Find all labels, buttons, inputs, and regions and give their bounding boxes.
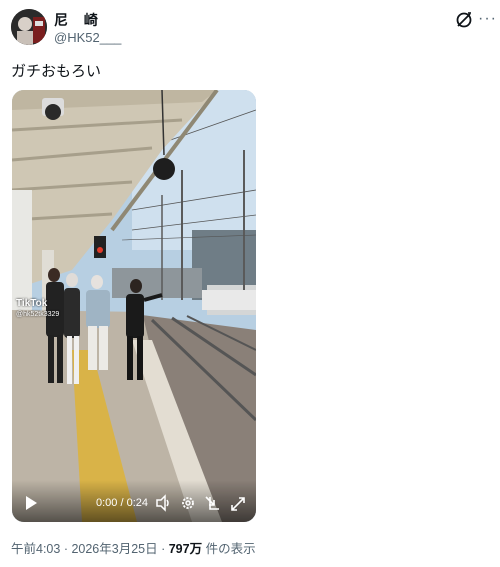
time-separator: / — [120, 497, 124, 509]
grok-icon[interactable] — [454, 10, 474, 30]
play-icon[interactable] — [24, 494, 38, 512]
video-player[interactable]: TikTok @hk52tk3329 0:00 / 0:24 — [12, 90, 256, 522]
duration: 0:24 — [126, 497, 149, 509]
gear-icon[interactable] — [180, 494, 196, 512]
more-dots-icon[interactable]: ··· — [478, 8, 496, 30]
current-time: 0:00 — [96, 497, 118, 509]
avatar[interactable] — [11, 9, 47, 45]
fullscreen-icon[interactable] — [230, 494, 246, 512]
video-time: 0:00 / 0:24 — [96, 497, 148, 509]
view-count-label: 件の表示 — [202, 542, 256, 556]
user-handle[interactable]: @HK52___ — [54, 30, 121, 45]
meta-separator: · — [157, 542, 169, 556]
tiktok-watermark-logo: TikTok — [16, 298, 48, 309]
tweet-time[interactable]: 午前4:03 — [11, 542, 60, 556]
tiktok-watermark-user: @hk52tk3329 — [16, 311, 60, 318]
volume-icon[interactable] — [156, 494, 172, 512]
meta-separator: · — [60, 542, 72, 556]
picture-in-picture-icon[interactable] — [204, 494, 220, 512]
display-name[interactable]: 尼 崎 — [54, 10, 104, 30]
tweet-meta: 午前4:03 · 2026年3月25日 · 797万 件の表示 — [11, 538, 256, 557]
tweet-date[interactable]: 2026年3月25日 — [71, 542, 157, 556]
view-count: 797万 — [168, 542, 203, 556]
tweet-text: ガチおもろい — [11, 63, 102, 80]
video-frame — [12, 90, 256, 522]
